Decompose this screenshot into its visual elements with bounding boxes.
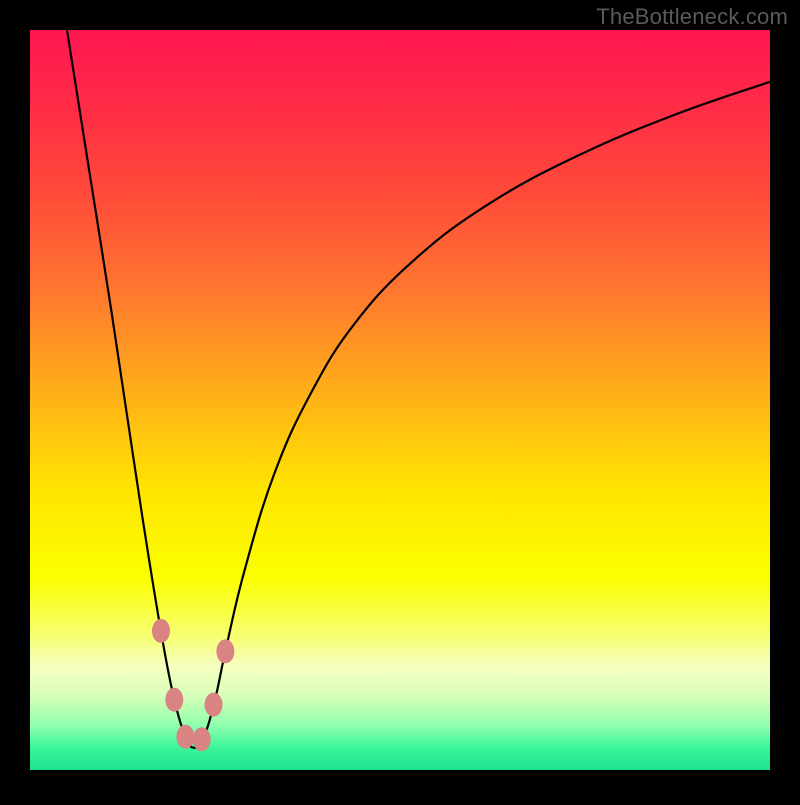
chart-svg (0, 0, 800, 800)
curve-marker (176, 725, 194, 749)
curve-marker (193, 727, 211, 751)
curve-marker (205, 693, 223, 717)
curve-marker (152, 619, 170, 643)
watermark-text: TheBottleneck.com (596, 4, 788, 30)
curve-marker (165, 688, 183, 712)
plot-background (30, 30, 770, 770)
curve-marker (216, 639, 234, 663)
chart-root: TheBottleneck.com (0, 0, 800, 800)
